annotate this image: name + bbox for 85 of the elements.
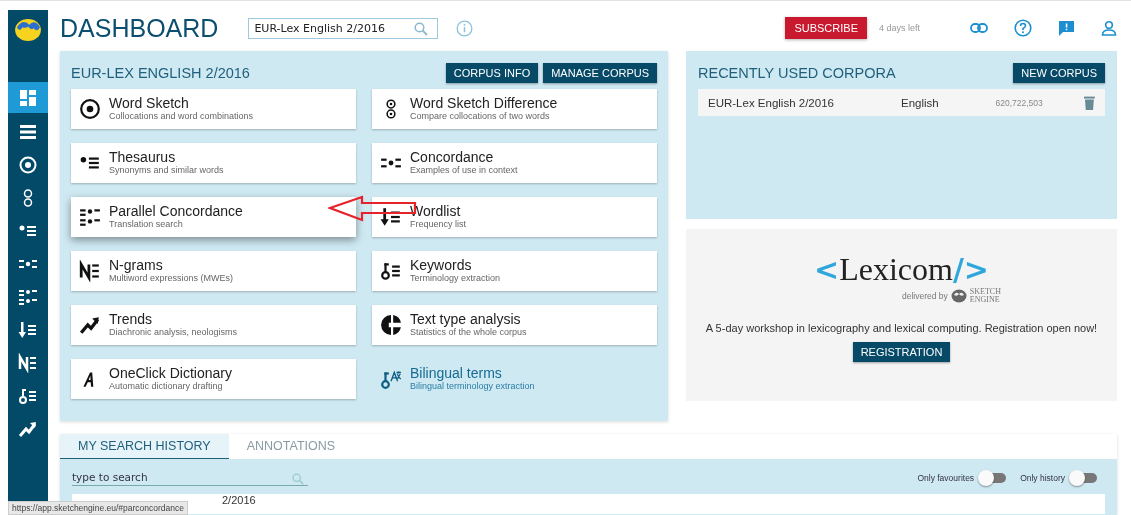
- feedback-icon[interactable]: [1058, 19, 1075, 37]
- tool-card[interactable]: Word Sketch Difference Compare collocations of two words: [372, 89, 657, 129]
- tool-name: OneClick Dictionary: [109, 366, 232, 381]
- brand-name: SKETCH ENGINE: [969, 288, 1001, 304]
- tool-name: Keywords: [410, 258, 473, 273]
- logo-bracket: <: [814, 252, 840, 287]
- tool-card[interactable]: Wordlist Frequency list: [372, 197, 657, 237]
- tool-name: Word Sketch: [109, 96, 190, 111]
- history-tab[interactable]: MY SEARCH HISTORY: [60, 434, 229, 459]
- search-icon: [414, 21, 429, 36]
- texttype-tool-icon: [380, 314, 402, 336]
- corpus-search-field[interactable]: EUR-Lex English 2/2016: [248, 17, 439, 39]
- tool-name: Parallel Concordance: [109, 204, 243, 219]
- tool-description: Compare collocations of two words: [410, 111, 551, 122]
- tool-name: Trends: [109, 312, 154, 327]
- user-icon[interactable]: [1101, 20, 1117, 36]
- tool-card[interactable]: Bilingual terms Bilingual terminology extraction: [372, 359, 657, 399]
- tool-card[interactable]: Text type analysis Statistics of the whole corpus: [372, 305, 657, 345]
- toggle-label: Only favourites: [917, 472, 975, 483]
- tool-card[interactable]: OneClick Dictionary Automatic dictionary drafting: [71, 359, 356, 399]
- wordsketch-icon: [18, 154, 38, 175]
- tool-description: Terminology extraction: [410, 273, 501, 284]
- logo-icon: [14, 18, 42, 42]
- tool-card[interactable]: Thesaurus Synonyms and similar words: [71, 143, 356, 183]
- new-corpus-button[interactable]: NEW CORPUS: [1013, 63, 1105, 83]
- tool-description: Translation search: [109, 219, 184, 230]
- toggle-label: Only history: [1020, 472, 1065, 483]
- tool-name: Concordance: [410, 150, 495, 165]
- tool-name: N-grams: [109, 258, 164, 273]
- history-search-field[interactable]: type to search: [72, 469, 308, 486]
- recent-corpora-title: RECENTLY USED CORPORA: [698, 65, 896, 81]
- logo-bracket: />: [952, 252, 989, 287]
- tool-card[interactable]: Concordance Examples of use in context: [372, 143, 657, 183]
- corpus-title: EUR-LEX ENGLISH 2/2016: [71, 65, 250, 81]
- tool-card[interactable]: Word Sketch Collocations and word combinations: [71, 89, 356, 129]
- corpus-language: English: [901, 96, 940, 109]
- brand-logo-icon: [950, 289, 967, 303]
- bilingual-tool-icon: [380, 368, 402, 390]
- tool-name: Word Sketch Difference: [410, 96, 558, 111]
- tool-name: Wordlist: [410, 204, 462, 219]
- tool-name: Text type analysis: [410, 312, 522, 327]
- tool-name: Thesaurus: [109, 150, 177, 165]
- tool-description: Collocations and word combinations: [109, 111, 254, 122]
- tool-card[interactable]: Parallel Concordance Translation search: [71, 197, 356, 237]
- tool-description: Examples of use in context: [410, 165, 518, 176]
- tool-description: Bilingual terminology extraction: [410, 381, 535, 392]
- tool-card[interactable]: N-grams Multiword expressions (MWEs): [71, 251, 356, 291]
- trash-icon[interactable]: [1084, 95, 1095, 110]
- link-icon[interactable]: [970, 23, 988, 33]
- tool-description: Statistics of the whole corpus: [410, 327, 527, 338]
- manage-corpus-button[interactable]: MANAGE CORPUS: [543, 63, 657, 83]
- toggle-switch[interactable]: [1071, 472, 1097, 483]
- dashboard-icon: [18, 87, 38, 108]
- corpus-size: 620,722,503: [995, 97, 1044, 108]
- tool-name: Bilingual terms: [410, 366, 503, 381]
- corpus-info-button[interactable]: CORPUS INFO: [445, 63, 539, 83]
- promo-text: A 5-day workshop in lexicography and lexical computing. Registration open now!: [705, 321, 1098, 336]
- help-icon[interactable]: [1014, 19, 1032, 37]
- trial-remaining-text: 4 days left: [878, 23, 920, 33]
- page-title: DASHBOARD: [60, 13, 219, 43]
- tool-card[interactable]: Keywords Terminology extraction: [372, 251, 657, 291]
- recent-corpus-row[interactable]: EUR-Lex English 2/2016 English 620,722,503: [698, 89, 1105, 116]
- delivered-by-text: delivered by: [902, 291, 948, 301]
- tool-description: Synonyms and similar words: [109, 165, 224, 176]
- tool-description: Frequency list: [410, 219, 467, 230]
- registration-button[interactable]: REGISTRATION: [852, 342, 951, 362]
- ngrams-icon: [18, 352, 38, 373]
- wordsketch-tool-icon: [79, 98, 101, 120]
- toggle-switch[interactable]: [980, 472, 1007, 483]
- subscribe-button[interactable]: SUBSCRIBE: [785, 17, 867, 39]
- tool-description: Multiword expressions (MWEs): [109, 273, 234, 284]
- tool-card[interactable]: Trends Diachronic analysis, neologisms: [71, 305, 356, 345]
- history-entry-text: 2/2016: [222, 494, 256, 506]
- corpus-name: EUR-Lex English 2/2016: [708, 96, 835, 109]
- wordlist-icon: [18, 319, 38, 340]
- status-url-tooltip: https://app.sketchengine.eu/#parconcordance: [8, 501, 188, 515]
- logo-wordmark: Lexicom: [839, 251, 953, 288]
- tool-description: Diachronic analysis, neologisms: [109, 327, 238, 338]
- wordlist-tool-icon: [380, 206, 402, 228]
- tool-description: Automatic dictionary drafting: [109, 381, 224, 392]
- keywords-tool-icon: [380, 260, 402, 282]
- trends-tool-icon: [79, 314, 101, 336]
- search-icon: [292, 473, 304, 485]
- parallel-tool-icon: [79, 206, 101, 228]
- ngrams-tool-icon: [79, 260, 101, 282]
